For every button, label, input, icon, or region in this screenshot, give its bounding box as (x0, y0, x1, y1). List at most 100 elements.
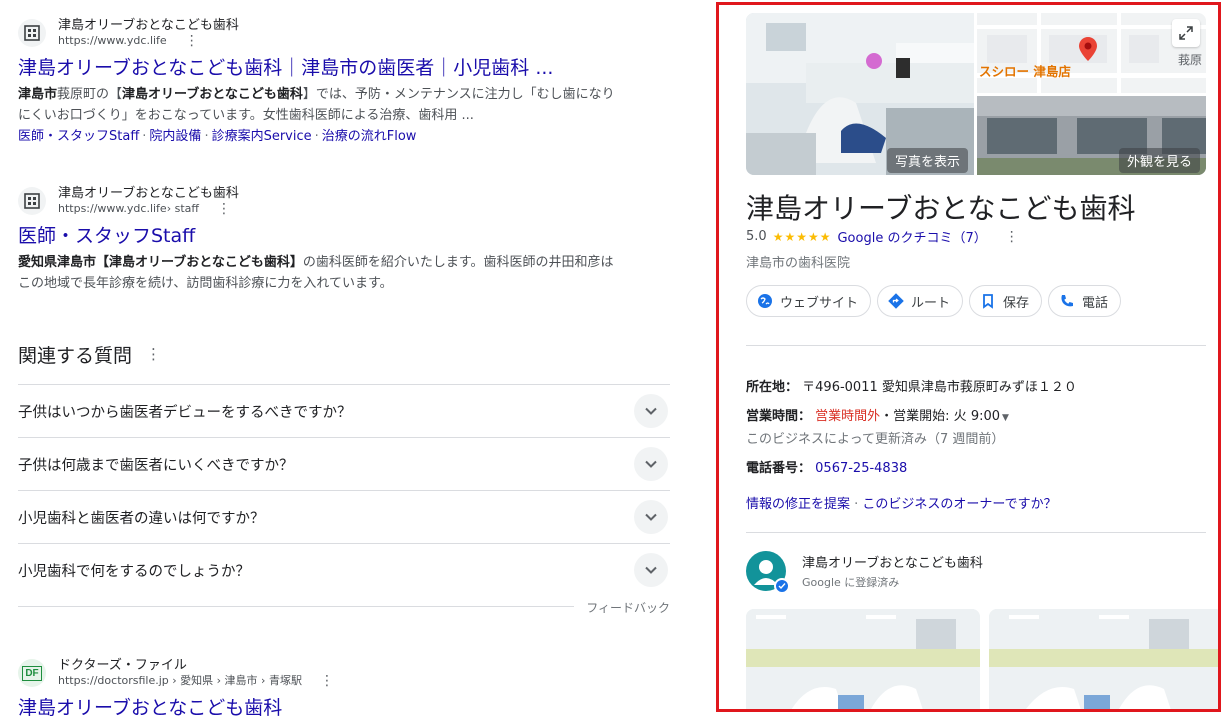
caret-down-icon[interactable]: ▼ (1002, 413, 1009, 423)
owner-profile-row[interactable]: 津島オリーブおとなこども歯科 Google に登録済み (746, 551, 983, 594)
paa-question-3[interactable]: 小児歯科と歯医者の違いは何ですか？ (18, 491, 670, 544)
result-url: https://doctorsfile.jp › 愛知県 › 津島市 › 青塚駅 (58, 674, 302, 687)
search-result-2: 津島オリーブおとなこども歯科 https://www.ydc.life › st… (18, 184, 618, 294)
sitelink-separator: · (314, 129, 319, 144)
result-url-row: https://www.ydc.life ⋮ (58, 34, 239, 48)
paa-question-2[interactable]: 子供は何歳まで歯医者にいくべきですか？ (18, 438, 670, 491)
save-label: 保存 (1003, 295, 1030, 311)
more-options-icon[interactable]: ⋮ (320, 674, 334, 688)
edit-links-row: 情報の修正を提案 · このビジネスのオーナーですか？ (746, 493, 1057, 512)
verified-check-icon (774, 578, 790, 594)
sitelink-flow[interactable]: 治療の流れFlow (322, 129, 417, 144)
clinic-photo-main[interactable]: 写真を表示 (746, 13, 974, 175)
search-result-1: 津島オリーブおとなこども歯科 https://www.ydc.life ⋮ 津島… (18, 16, 618, 147)
sitelinks: 医師・スタッフStaff · 院内設備 · 診療案内Service · 治療の流れFlow (18, 127, 618, 147)
paa-question-text: 子供は何歳まで歯医者にいくべきですか？ (18, 457, 294, 474)
sitelink-service[interactable]: 診療案内Service (212, 129, 312, 144)
sitelink-staff[interactable]: 医師・スタッフStaff (18, 129, 139, 144)
business-title: 津島オリーブおとなこども歯科 (746, 192, 1136, 225)
suggest-edit-link[interactable]: 情報の修正を提案 (746, 497, 850, 512)
result-title-link[interactable]: 津島オリーブおとなこども歯科 (18, 696, 618, 720)
favicon-text: DF (22, 665, 42, 681)
paa-question-1[interactable]: 子供はいつから歯医者デビューをするべきですか？ (18, 385, 670, 438)
more-options-icon[interactable]: ⋮ (217, 202, 231, 216)
map-thumbnail[interactable]: スシロー 津島店 莪原 (977, 13, 1206, 93)
show-photos-button[interactable]: 写真を表示 (886, 148, 968, 173)
directions-label: ルート (911, 295, 951, 311)
hours-updated-note: このビジネスによって更新済み（7 週間前） (746, 432, 1005, 447)
website-label: ウェブサイト (780, 295, 859, 311)
result-url-row: https://www.ydc.life › staff ⋮ (58, 202, 239, 216)
owner-verified-text: Google に登録済み (802, 576, 900, 589)
website-button[interactable]: ウェブサイト (746, 285, 872, 317)
map-pin-icon (1079, 37, 1097, 61)
snippet-text: 莪原町の【 (57, 87, 123, 102)
hours-closed-status: 営業時間外 (815, 409, 881, 424)
address-row: 所在地： 〒496-0011 愛知県津島市莪原町みずほ１２０ (746, 376, 1077, 395)
directions-button[interactable]: ルート (877, 285, 964, 317)
street-view-button[interactable]: 外観を見る (1118, 148, 1200, 173)
address-value[interactable]: 〒496-0011 愛知県津島市莪原町みずほ１２０ (802, 380, 1077, 395)
street-view-thumbnail[interactable]: 外観を見る (977, 96, 1206, 175)
map-area-label: 莪原 (1177, 53, 1202, 67)
update-photo-2[interactable] (989, 609, 1218, 709)
hours-row[interactable]: 営業時間： 営業時間外・営業開始: 火 9:00 ▼ (746, 405, 1009, 424)
update-photo-1[interactable] (746, 609, 980, 709)
result-snippet: 愛知県津島市【津島オリーブおとなこども歯科】の歯科医師を紹介いたします。歯科医師… (18, 252, 618, 294)
action-buttons: ウェブサイト ルート 保存 電話 (746, 285, 1127, 317)
chevron-down-icon[interactable] (634, 553, 668, 587)
feedback-link[interactable]: フィードバック (586, 599, 670, 616)
site-favicon-icon (18, 19, 46, 47)
globe-icon (758, 294, 772, 308)
sitelink-facility[interactable]: 院内設備 (149, 129, 201, 144)
rating-value: 5.0 (746, 229, 767, 244)
result-url-path: › staff (166, 202, 199, 215)
paa-heading-row: 関連する質問 ⋮ (18, 338, 670, 370)
hours-open-time: ・営業開始: 火 9:00 (880, 409, 1001, 424)
result-site-row[interactable]: DF ドクターズ・ファイル https://doctorsfile.jp › 愛… (18, 656, 618, 690)
save-button[interactable]: 保存 (969, 285, 1043, 317)
result-url-row: https://doctorsfile.jp › 愛知県 › 津島市 › 青塚駅… (58, 674, 334, 688)
expand-map-button[interactable] (1172, 19, 1200, 47)
address-label: 所在地： (746, 380, 799, 395)
more-options-icon[interactable]: ⋮ (185, 34, 199, 48)
own-business-link[interactable]: このビジネスのオーナーですか？ (862, 497, 1056, 512)
avatar (746, 551, 790, 594)
more-options-icon[interactable]: ⋮ (1005, 230, 1019, 244)
paa-question-text: 子供はいつから歯医者デビューをするべきですか？ (18, 404, 352, 421)
people-also-ask: 関連する質問 ⋮ 子供はいつから歯医者デビューをするべきですか？ 子供は何歳まで… (18, 338, 670, 622)
feedback-row: フィードバック (18, 596, 670, 622)
result-site-name: ドクターズ・ファイル (58, 658, 187, 673)
more-options-icon[interactable]: ⋮ (146, 347, 161, 362)
result-title-link[interactable]: 津島オリーブおとなこども歯科｜津島市の歯医者｜小児歯科 ... (18, 56, 618, 80)
result-title-link[interactable]: 医師・スタッフStaff (18, 224, 618, 248)
phone-row: 電話番号： 0567-25-4838 (746, 457, 907, 476)
phone-link[interactable]: 0567-25-4838 (815, 461, 907, 476)
paa-question-4[interactable]: 小児歯科で何をするのでしょうか？ (18, 544, 670, 596)
result-site-name: 津島オリーブおとなこども歯科 (58, 18, 239, 33)
phone-label: 電話番号： (746, 461, 812, 476)
result-snippet: 津島市莪原町の【津島オリーブおとなこども歯科】では、予防・メンテナンスに注力し「… (18, 84, 618, 126)
paa-question-text: 小児歯科と歯医者の違いは何ですか？ (18, 510, 265, 527)
hours-label: 営業時間： (746, 409, 812, 424)
expand-icon (1179, 26, 1193, 40)
call-button[interactable]: 電話 (1048, 285, 1122, 317)
business-category: 津島市の歯科医院 (746, 256, 851, 271)
rating-row: 5.0 ★★★★★ Google のクチコミ（7） ⋮ (746, 227, 1019, 246)
directions-icon (888, 293, 904, 309)
result-url: https://www.ydc.life (58, 34, 167, 47)
chevron-down-icon[interactable] (634, 500, 668, 534)
result-site-name: 津島オリーブおとなこども歯科 (58, 186, 239, 201)
dental-room-image (746, 609, 980, 709)
dental-room-image (989, 609, 1218, 709)
divider (746, 532, 1206, 533)
snippet-bold: 愛知県津島市【津島オリーブおとなこども歯科】 (18, 255, 303, 270)
chevron-down-icon[interactable] (634, 447, 668, 481)
result-site-row[interactable]: 津島オリーブおとなこども歯科 https://www.ydc.life ⋮ (18, 16, 618, 50)
reviews-link[interactable]: Google のクチコミ（7） (837, 227, 986, 246)
paa-list: 子供はいつから歯医者デビューをするべきですか？ 子供は何歳まで歯医者にいくべきで… (18, 384, 670, 596)
chevron-down-icon[interactable] (634, 394, 668, 428)
result-site-row[interactable]: 津島オリーブおとなこども歯科 https://www.ydc.life › st… (18, 184, 618, 218)
star-rating-icon: ★★★★★ (772, 229, 832, 244)
map-place-label: スシロー 津島店 (979, 64, 1071, 79)
